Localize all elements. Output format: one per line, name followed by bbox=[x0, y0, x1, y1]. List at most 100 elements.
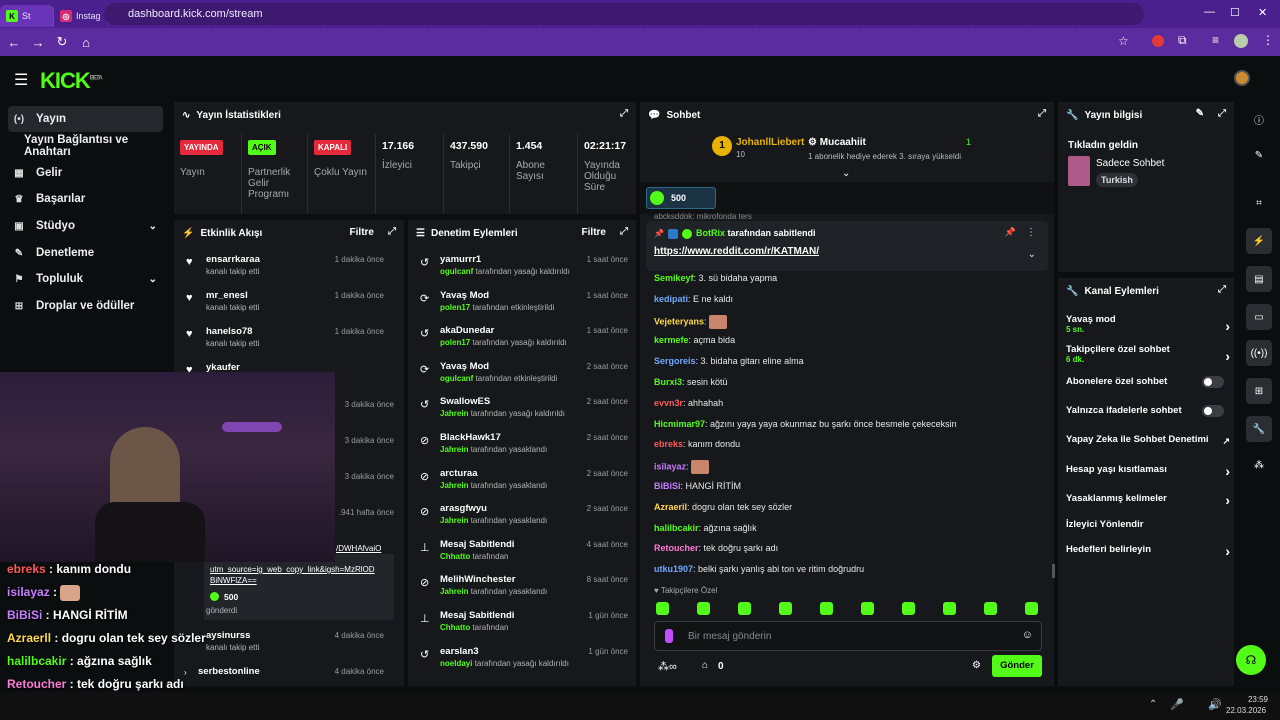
support-headset-button[interactable]: ☊ bbox=[1236, 645, 1266, 675]
pinned-expand-icon[interactable]: ⌄ bbox=[1028, 249, 1036, 260]
emoji-picker-icon[interactable]: ☺ bbox=[1022, 629, 1033, 641]
extension-icon[interactable] bbox=[1152, 35, 1164, 47]
moderation-target[interactable]: Yavaş Mod bbox=[440, 290, 489, 301]
pinned-link[interactable]: https://www.reddit.com/r/KATMAN/ bbox=[654, 246, 819, 257]
emote-icon[interactable] bbox=[697, 602, 710, 615]
chat-username[interactable]: halilbcakir bbox=[654, 523, 699, 533]
browser-tab[interactable]: K St bbox=[0, 5, 54, 27]
moderation-target[interactable]: earslan3 bbox=[440, 646, 479, 657]
reload-icon[interactable]: ↻ bbox=[50, 34, 74, 50]
moderation-target[interactable]: Yavaş Mod bbox=[440, 361, 489, 372]
nav-item[interactable]: ▣ Stüdyo ⌄ bbox=[8, 213, 163, 239]
broadcast-rail-icon[interactable]: ((•)) bbox=[1246, 340, 1272, 366]
moderation-target[interactable]: Mesaj Sabitlendi bbox=[440, 610, 514, 621]
pencil-icon[interactable]: ✎ bbox=[1246, 142, 1272, 168]
moderation-target[interactable]: yamurrr1 bbox=[440, 254, 481, 265]
popout-icon[interactable]: ⤢ bbox=[1038, 108, 1046, 119]
channel-points-icon[interactable]: ⁂∞ bbox=[658, 660, 677, 673]
emote-icon[interactable] bbox=[984, 602, 997, 615]
moderation-row[interactable]: ⊘ arasgfwyu Jahrein tarafından yasaklandı 2… bbox=[408, 499, 638, 535]
url-field[interactable]: dashboard.kick.com/stream bbox=[104, 3, 1144, 25]
nav-item[interactable]: ♛ Başarılar bbox=[8, 186, 163, 212]
chevron-right-icon[interactable]: › bbox=[1225, 318, 1230, 334]
chat-username[interactable]: Burxi3 bbox=[654, 377, 682, 387]
document-icon[interactable]: ▤ bbox=[1246, 266, 1272, 292]
activity-row[interactable]: ♥ mr_enesl kanalı takip etti 1 dakika önce bbox=[174, 286, 394, 322]
moderation-row[interactable]: ⊥ Mesaj Sabitlendi Chhatto tarafından 1 gün… bbox=[408, 606, 638, 642]
nav-item[interactable]: ⊞ Droplar ve ödüller bbox=[8, 293, 163, 319]
channel-action-row[interactable]: Hesap yaşı kısıtlaması › bbox=[1066, 463, 1230, 479]
unpin-icon[interactable]: 📌 bbox=[1005, 227, 1016, 238]
chat-username[interactable]: kermefe bbox=[654, 335, 689, 345]
channel-action-row[interactable]: Hedefleri belirleyin › bbox=[1066, 543, 1230, 559]
moderation-target[interactable]: arcturaa bbox=[440, 468, 478, 479]
moderator-name[interactable]: Chhatto bbox=[440, 623, 470, 632]
moderation-target[interactable]: arasgfwyu bbox=[440, 503, 487, 514]
microphone-icon[interactable]: 🎤 bbox=[1170, 698, 1184, 711]
layout-icon[interactable]: ⊞ bbox=[1246, 378, 1272, 404]
chat-username[interactable]: utku1907 bbox=[654, 564, 693, 574]
chat-username[interactable]: Sergoreis bbox=[654, 356, 696, 366]
moderation-target[interactable]: Mesaj Sabitlendi bbox=[440, 539, 514, 550]
chat-username[interactable]: BiBiSi bbox=[654, 481, 681, 491]
activity-row[interactable]: ♥ hanelso78 kanalı takip etti 1 dakika önce bbox=[174, 322, 394, 358]
chevron-right-icon[interactable]: › bbox=[1225, 348, 1230, 364]
popout-icon[interactable]: ⤢ bbox=[620, 226, 628, 237]
chevron-down-icon[interactable]: ⌄ bbox=[149, 274, 157, 285]
info-icon[interactable]: ⓘ bbox=[1246, 106, 1272, 132]
home-icon[interactable]: ⌂ bbox=[74, 35, 98, 50]
channel-action-row[interactable]: Yapay Zeka ile Sohbet Denetimi ↗ bbox=[1066, 434, 1230, 446]
channel-action-row[interactable]: Takipçilere özel sohbet 6 dk. › bbox=[1066, 344, 1230, 364]
activity-link[interactable]: /DWHAfvaiO bbox=[336, 544, 381, 553]
volume-icon[interactable]: 🔊 bbox=[1208, 698, 1222, 711]
activity-row[interactable]: aysinurss kanalı takip etti 4 dakika önce bbox=[174, 626, 394, 662]
chevron-right-icon[interactable]: › bbox=[1225, 492, 1230, 508]
activity-filter-button[interactable]: Filtre bbox=[350, 227, 374, 238]
emote-icon[interactable] bbox=[943, 602, 956, 615]
activity-link-full[interactable]: utm_source=ig_web_copy_link&igsh=MzRlOD … bbox=[210, 564, 392, 586]
activity-row[interactable]: ♥ ensarrkaraa kanalı takip etti 1 dakika ön… bbox=[174, 250, 394, 286]
activity-user[interactable]: aysinurss bbox=[206, 630, 250, 641]
chat-username[interactable]: Azraeril bbox=[654, 502, 687, 512]
moderator-name[interactable]: Chhatto bbox=[440, 552, 470, 561]
edit-icon[interactable]: ✎ bbox=[1196, 108, 1204, 119]
popout-icon[interactable]: ⤢ bbox=[388, 226, 396, 237]
popout-icon[interactable]: ⤢ bbox=[1218, 108, 1226, 119]
browser-menu-icon[interactable]: ⋮ bbox=[1262, 33, 1274, 47]
moderator-name[interactable]: Jahrein bbox=[440, 481, 468, 490]
moderator-name[interactable]: ogulcanf bbox=[440, 267, 473, 276]
moderator-name[interactable]: Jahrein bbox=[440, 445, 468, 454]
moderation-target[interactable]: SwallowES bbox=[440, 396, 490, 407]
hamburger-menu-icon[interactable]: ☰ bbox=[14, 70, 28, 90]
nav-item[interactable]: ✎ Denetleme bbox=[8, 240, 163, 266]
store-icon[interactable]: ⌂ bbox=[702, 660, 708, 671]
chat-username[interactable]: Hicmimar97 bbox=[654, 419, 705, 429]
moderation-row[interactable]: ⊥ Mesaj Sabitlendi Chhatto tarafından 4 saa… bbox=[408, 535, 638, 571]
moderation-row[interactable]: ↺ akaDunedar polen17 tarafından yasağı kal… bbox=[408, 321, 638, 357]
nav-item[interactable]: ▦ Gelir bbox=[8, 160, 163, 186]
expand-gifts-icon[interactable]: ⌄ bbox=[842, 168, 850, 179]
tray-chevron-icon[interactable]: ⌃ bbox=[1149, 699, 1157, 710]
emote-icon[interactable] bbox=[779, 602, 792, 615]
chevron-right-icon[interactable]: › bbox=[184, 668, 187, 677]
moderator-name[interactable]: Jahrein bbox=[440, 409, 468, 418]
nav-item[interactable]: Yayın Bağlantısı ve Anahtarı bbox=[8, 133, 163, 159]
moderation-row[interactable]: ⊘ MelihWinchester Jahrein tarafından yasak… bbox=[408, 570, 638, 606]
moderator-name[interactable]: polen17 bbox=[440, 303, 470, 312]
activity-user[interactable]: ensarrkaraa bbox=[206, 254, 260, 265]
bookmark-star-icon[interactable]: ☆ bbox=[1118, 34, 1129, 48]
channel-action-row[interactable]: Yalnızca ifadelerle sohbet bbox=[1066, 405, 1230, 417]
moderation-row[interactable]: ⟳ Yavaş Mod polen17 tarafından etkinleştir… bbox=[408, 286, 638, 322]
chat-username[interactable]: Retoucher bbox=[654, 543, 699, 553]
minimize-icon[interactable]: — bbox=[1204, 6, 1215, 18]
chat-scrollbar[interactable] bbox=[1052, 564, 1055, 578]
channel-action-row[interactable]: İzleyici Yönlendir bbox=[1066, 519, 1230, 530]
moderation-row[interactable]: ⟳ Yavaş Mod ogulcanf tarafından etkinleşti… bbox=[408, 357, 638, 393]
activity-user[interactable]: serbestonline bbox=[198, 666, 260, 677]
moderation-row[interactable]: ↺ yamurrr1 ogulcanf tarafından yasağı kald… bbox=[408, 250, 638, 286]
forward-icon[interactable]: → bbox=[26, 35, 50, 50]
channel-action-row[interactable]: Yavaş mod 5 sn. › bbox=[1066, 314, 1230, 334]
clock-time[interactable]: 23:59 bbox=[1240, 695, 1268, 704]
media-icon[interactable]: ≡ bbox=[1212, 33, 1219, 47]
channel-action-row[interactable]: Abonelere özel sohbet bbox=[1066, 376, 1230, 388]
